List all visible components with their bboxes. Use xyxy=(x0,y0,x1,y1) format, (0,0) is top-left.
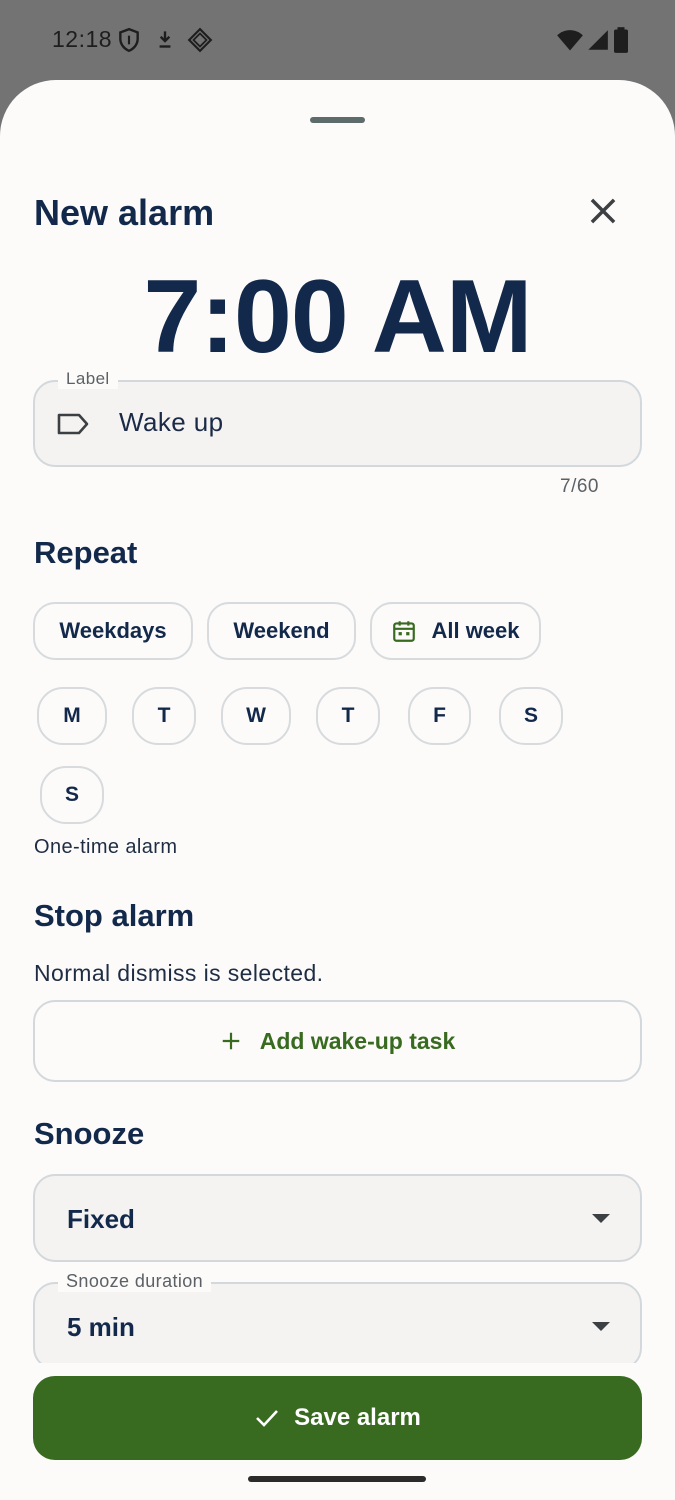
weekend-chip[interactable]: Weekend xyxy=(207,602,356,660)
chip-label: Weekdays xyxy=(59,618,167,643)
status-bar: 12:18 xyxy=(0,0,675,80)
snooze-duration-dropdown[interactable]: 5 min xyxy=(33,1282,642,1370)
weekdays-chip[interactable]: Weekdays xyxy=(33,602,193,660)
calendar-icon xyxy=(393,621,416,642)
chip-label: Weekend xyxy=(233,618,330,643)
day-toggle-tuesday[interactable]: T xyxy=(132,687,196,745)
shield-icon xyxy=(119,27,139,53)
snooze-duration-value: 5 min xyxy=(67,1312,135,1342)
day-label: M xyxy=(63,704,81,727)
all-week-chip[interactable]: All week xyxy=(370,602,541,660)
day-toggle-friday[interactable]: F xyxy=(408,687,471,745)
snooze-mode-dropdown[interactable]: Fixed xyxy=(33,1174,642,1262)
day-label: T xyxy=(157,704,171,727)
stop-alarm-description: Normal dismiss is selected. xyxy=(34,960,324,986)
home-indicator[interactable] xyxy=(248,1476,426,1482)
plus-icon xyxy=(222,1032,239,1050)
dropdown-arrow-icon xyxy=(592,1322,610,1331)
battery-icon xyxy=(614,27,628,53)
page-title: New alarm xyxy=(34,192,215,233)
status-time: 12:18 xyxy=(52,26,113,52)
wifi-icon xyxy=(557,30,583,51)
day-label: S xyxy=(64,783,79,806)
close-icon[interactable] xyxy=(584,192,622,230)
repeat-section-title: Repeat xyxy=(34,535,138,570)
snooze-section-title: Snooze xyxy=(34,1116,145,1151)
character-counter: 7/60 xyxy=(560,476,599,497)
day-toggle-wednesday[interactable]: W xyxy=(221,687,291,745)
dropdown-arrow-icon xyxy=(592,1214,610,1223)
day-toggle-sunday[interactable]: S xyxy=(40,766,104,824)
label-tag-icon xyxy=(57,413,89,435)
alarm-time[interactable]: 7:00 AM xyxy=(0,257,675,377)
add-wake-up-task-button[interactable]: Add wake-up task xyxy=(33,1000,642,1082)
drag-handle[interactable] xyxy=(310,117,365,123)
day-label: F xyxy=(433,704,446,727)
label-field-legend: Label xyxy=(58,369,118,389)
new-alarm-sheet: New alarm 7:00 AM Label Wake up 7/60 Rep… xyxy=(0,80,675,1500)
check-icon xyxy=(256,1410,279,1427)
stop-alarm-section-title: Stop alarm xyxy=(34,898,195,933)
add-task-label: Add wake-up task xyxy=(259,1027,456,1054)
chip-label: All week xyxy=(431,618,520,643)
signal-icon xyxy=(588,30,608,50)
label-input-value[interactable]: Wake up xyxy=(119,407,223,438)
save-alarm-button[interactable]: Save alarm xyxy=(33,1376,642,1460)
day-toggle-thursday[interactable]: T xyxy=(316,687,380,745)
repeat-hint: One-time alarm xyxy=(34,836,178,858)
day-toggle-saturday[interactable]: S xyxy=(499,687,563,745)
day-label: W xyxy=(246,704,266,727)
day-label: S xyxy=(523,704,538,727)
day-label: T xyxy=(341,704,355,727)
snooze-mode-value: Fixed xyxy=(67,1204,135,1234)
snooze-duration-legend: Snooze duration xyxy=(58,1271,212,1292)
download-icon xyxy=(159,31,171,48)
day-toggle-monday[interactable]: M xyxy=(37,687,107,745)
save-alarm-label: Save alarm xyxy=(294,1404,421,1431)
navigation-diamond-icon xyxy=(187,27,213,53)
